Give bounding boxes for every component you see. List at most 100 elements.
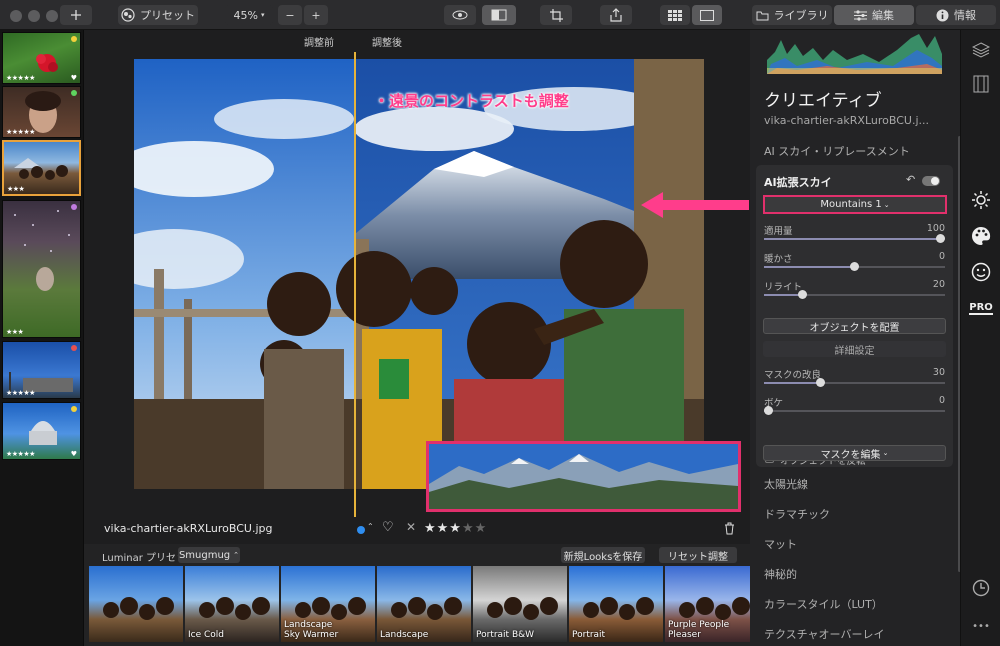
more-icon[interactable]: ••• [971, 616, 991, 636]
tool-item[interactable]: ドラマチック [764, 506, 830, 522]
preset-tile[interactable]: Landscape Sky Warmer [281, 566, 375, 642]
thumb-0[interactable]: ★★★★★ ♥ [2, 32, 81, 84]
preset-thumb-image [103, 597, 174, 620]
tool-item[interactable]: 神秘的 [764, 566, 797, 582]
minimize-window-button[interactable] [28, 10, 40, 22]
reject-icon[interactable]: ✕ [406, 520, 416, 534]
advanced-settings-label: 詳細設定 [834, 345, 875, 357]
undo-icon[interactable]: ↶ [906, 173, 915, 186]
slider-track[interactable] [764, 290, 945, 299]
library-icon [756, 11, 768, 21]
essentials-sun-icon[interactable] [971, 190, 991, 210]
tab-info[interactable]: 情報 [916, 5, 996, 25]
slider-knob[interactable] [816, 378, 825, 387]
tab-library-label: ライブラリ [773, 9, 829, 22]
portrait-face-icon[interactable] [971, 262, 991, 282]
before-label: 調整前 [304, 38, 334, 49]
color-label-dot[interactable] [357, 526, 365, 534]
zoom-out-button[interactable]: − [278, 5, 302, 25]
preset-tile[interactable]: Portrait B&W [473, 566, 567, 642]
layers-icon[interactable] [971, 40, 991, 60]
grid-view-button[interactable] [660, 5, 690, 25]
place-object-button[interactable]: オブジェクトを配置 [763, 318, 946, 334]
plus-icon [71, 10, 81, 20]
slider-track[interactable] [764, 378, 945, 387]
tool-toggle[interactable] [922, 176, 940, 186]
info-icon [936, 9, 949, 21]
tool-item[interactable]: 太陽光線 [764, 476, 808, 492]
compare-button[interactable] [482, 5, 516, 25]
main-photo [134, 59, 704, 489]
preset-tile[interactable]: Ice Cold [185, 566, 279, 642]
thumb-image [14, 210, 70, 291]
preset-tile[interactable] [89, 566, 183, 642]
thumb-1[interactable]: ★★★★★ [2, 86, 81, 138]
tab-library[interactable]: ライブラリ [752, 5, 832, 25]
chevron-down-icon: ⌄ [882, 449, 889, 457]
advanced-settings-button[interactable]: 詳細設定 [763, 341, 946, 357]
slider-knob[interactable] [936, 234, 945, 243]
filmstrip: ★★★★★ ♥ ★★★★★ ★★★ ★★★ ★★★★★ ★★★★★ ♥ [0, 30, 84, 646]
sliders-icon [854, 9, 867, 21]
annotation-arrow-icon [641, 192, 749, 218]
image-canvas[interactable]: 調整前 調整後 ・遠景のコントラストも調整 [84, 30, 750, 544]
slider-label: 暖かさ [764, 254, 793, 265]
zoom-select[interactable]: 45% ▾ [225, 5, 273, 25]
thumb-5[interactable]: ★★★★★ ♥ [2, 402, 81, 460]
thumb-stars: ★★★★★ [6, 450, 35, 458]
save-looks-button[interactable]: 新規Looksを保存 [561, 547, 645, 563]
single-view-button[interactable] [692, 5, 722, 25]
slider-track[interactable] [764, 262, 945, 271]
thumb-3[interactable]: ★★★ [2, 200, 81, 338]
preset-category-select[interactable]: Smugmug ⌃ [178, 547, 240, 563]
chevron-down-icon: ⌄ [883, 200, 890, 209]
preset-tile-label: Portrait B&W [476, 630, 535, 640]
tool-item[interactable]: カラースタイル（LUT） [764, 596, 883, 612]
thumb-2-selected[interactable]: ★★★ [2, 140, 81, 196]
slider-knob[interactable] [764, 406, 773, 415]
zoom-in-button[interactable]: + [304, 5, 328, 25]
preset-tile[interactable]: Purple People Pleaser [665, 566, 759, 642]
toolbar: プリセット 45% ▾ − + ライブラリ 編集 情報 [0, 0, 1000, 30]
tool-item[interactable]: テクスチャオーバーレイ [764, 626, 884, 642]
add-button[interactable] [60, 5, 92, 25]
slider-label: 適用量 [764, 226, 793, 237]
sky-select[interactable]: Mountains 1 ⌄ [763, 195, 947, 214]
slider-track[interactable] [764, 406, 945, 415]
heart-outline-icon[interactable]: ♡ [382, 520, 394, 535]
creative-palette-icon[interactable] [971, 226, 991, 246]
chevron-up-icon[interactable]: ⌃ [367, 522, 374, 531]
preview-eye-button[interactable] [444, 5, 476, 25]
slider-knob[interactable] [850, 262, 859, 271]
thumb-stars: ★★★ [7, 185, 25, 193]
history-clock-icon[interactable] [971, 578, 991, 598]
color-label-dot [71, 406, 77, 412]
edit-panel: クリエイティブ vika-chartier-akRXLuroBCU.j... A… [750, 30, 961, 646]
presets-button[interactable]: プリセット [118, 5, 198, 25]
tool-item[interactable]: マット [764, 536, 797, 552]
star-rating[interactable]: ★★★★★ [424, 521, 487, 536]
share-button[interactable] [600, 5, 632, 25]
zoom-window-button[interactable] [46, 10, 58, 22]
tool-ai-sky-replacement[interactable]: AI スカイ・リプレースメント [764, 143, 910, 159]
crop-button[interactable] [540, 5, 572, 25]
trash-icon[interactable] [724, 522, 735, 535]
tab-edit[interactable]: 編集 [834, 5, 914, 25]
canvas-icon[interactable] [971, 74, 991, 94]
color-label-dot [71, 345, 77, 351]
preset-tile[interactable]: Landscape [377, 566, 471, 642]
image-info-bar: vika-chartier-akRXLuroBCU.jpg ⌃ ♡ ✕ ★★★★… [84, 514, 750, 544]
reset-adjustments-button[interactable]: リセット調整 [659, 547, 737, 563]
photo-render [134, 59, 704, 489]
close-window-button[interactable] [10, 10, 22, 22]
slider-value: 20 [932, 279, 945, 290]
slider-knob[interactable] [798, 290, 807, 299]
slider-track[interactable] [764, 234, 945, 243]
before-after-divider[interactable] [354, 52, 356, 517]
presets-bar: Luminar プリセット Smugmug ⌃ 新規Looksを保存 リセット調… [84, 544, 855, 646]
thumb-4[interactable]: ★★★★★ [2, 341, 81, 399]
preset-tile[interactable]: Portrait [569, 566, 663, 642]
pro-tools-icon[interactable]: PRO [969, 298, 993, 318]
edit-mask-button[interactable]: マスクを編集 ⌄ [763, 445, 946, 461]
preset-tile-label: Landscape Sky Warmer [284, 620, 339, 640]
